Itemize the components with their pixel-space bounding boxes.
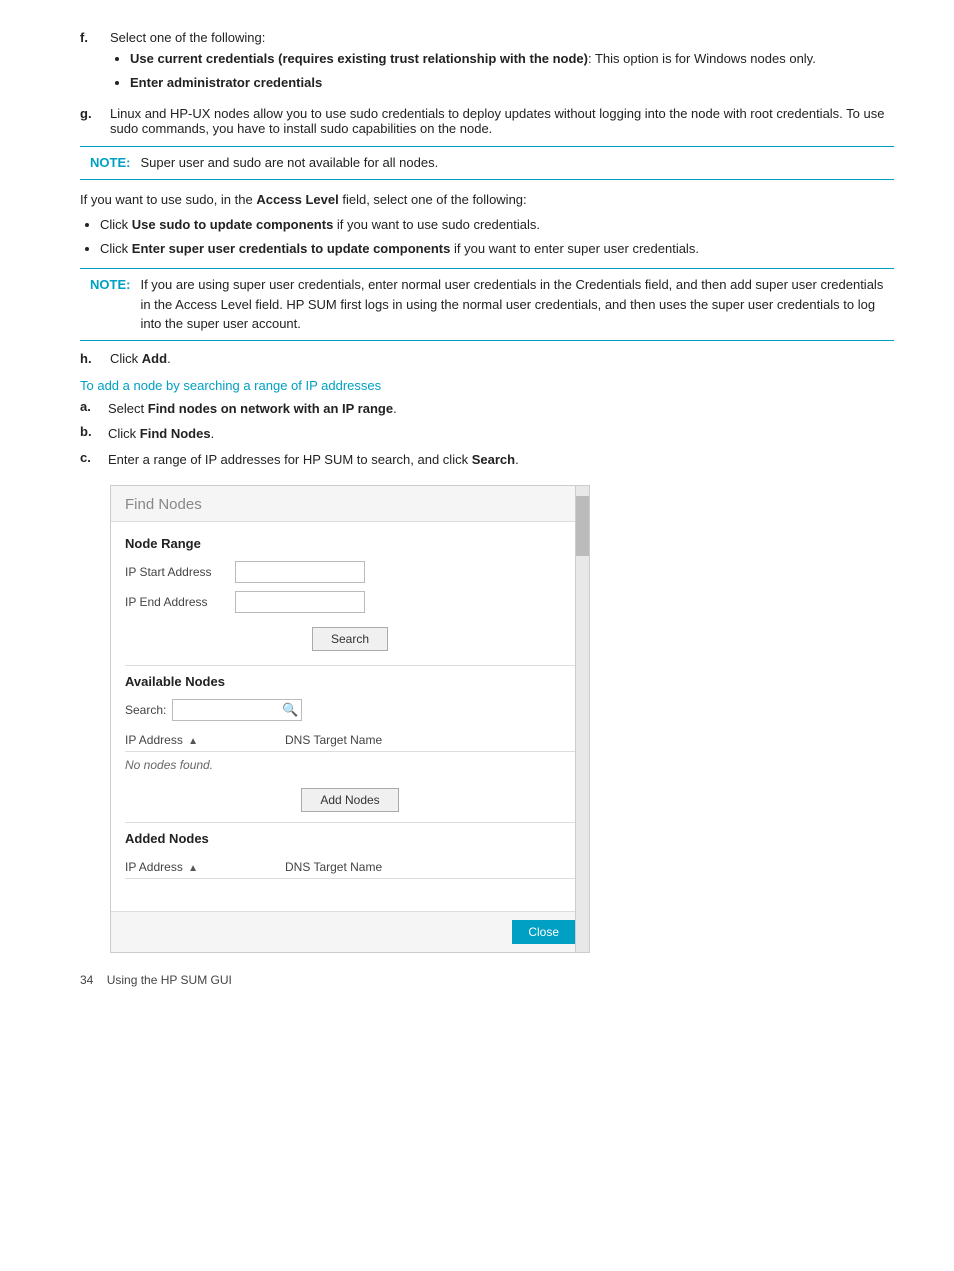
note-1-label: NOTE:: [90, 153, 130, 173]
sub-c-bold: Search: [472, 452, 515, 467]
step-f-label: f.: [80, 30, 110, 96]
step-g-text: Linux and HP-UX nodes allow you to use s…: [110, 106, 884, 136]
added-nodes-empty-space: [125, 879, 575, 897]
dialog-body: Node Range IP Start Address IP End Addre…: [111, 522, 589, 911]
bullet-use-current-bold: Use current credentials (requires existi…: [130, 51, 588, 66]
access-bullet-sudo-bold: Use sudo to update components: [132, 217, 334, 232]
close-button[interactable]: Close: [512, 920, 575, 944]
bullet-use-current-rest: : This option is for Windows nodes only.: [588, 51, 816, 66]
step-g-content: Linux and HP-UX nodes allow you to use s…: [110, 106, 894, 136]
no-nodes-text: No nodes found.: [125, 752, 575, 778]
step-h: h. Click Add.: [80, 351, 894, 366]
sub-a-text: Select: [108, 401, 148, 416]
access-bullet-sudo-text: Click: [100, 217, 132, 232]
search-icon: 🔍: [282, 702, 298, 718]
bullet-use-current: Use current credentials (requires existi…: [130, 49, 894, 69]
access-bullet-super-rest: if you want to enter super user credenti…: [450, 241, 699, 256]
note-1: NOTE: Super user and sudo are not availa…: [80, 146, 894, 180]
access-level-para: If you want to use sudo, in the Access L…: [80, 190, 894, 210]
bullet-enter-admin-bold: Enter administrator credentials: [130, 75, 322, 90]
sub-a-end: .: [393, 401, 397, 416]
add-nodes-button[interactable]: Add Nodes: [301, 788, 398, 812]
sub-step-a-label: a.: [80, 399, 108, 419]
added-table-header: IP Address ▲ DNS Target Name: [125, 856, 575, 879]
ip-end-input[interactable]: [235, 591, 365, 613]
step-h-bold: Add: [142, 351, 167, 366]
access-bullet-sudo-rest: if you want to use sudo credentials.: [333, 217, 540, 232]
access-bold: Access Level: [256, 192, 338, 207]
node-range-header: Node Range: [125, 536, 575, 551]
dialog-footer: Close: [111, 911, 589, 952]
sub-c-text: Enter a range of IP addresses for HP SUM…: [108, 452, 472, 467]
ip-start-label: IP Start Address: [125, 565, 235, 579]
step-h-label: h.: [80, 351, 110, 366]
divider-2: [125, 822, 575, 823]
footer-text: Using the HP SUM GUI: [107, 973, 232, 987]
ip-start-input[interactable]: [235, 561, 365, 583]
note-1-text: Super user and sudo are not available fo…: [140, 153, 438, 173]
page-number: 34: [80, 973, 93, 987]
step-g: g. Linux and HP-UX nodes allow you to us…: [80, 106, 894, 136]
access-bullet-sudo: Click Use sudo to update components if y…: [100, 215, 894, 235]
step-f-bullets: Use current credentials (requires existi…: [110, 49, 894, 92]
sub-step-a: a. Select Find nodes on network with an …: [80, 399, 894, 419]
sub-step-b: b. Click Find Nodes.: [80, 424, 894, 444]
available-table-header: IP Address ▲ DNS Target Name: [125, 729, 575, 752]
available-nodes-header: Available Nodes: [125, 674, 575, 689]
sub-step-a-content: Select Find nodes on network with an IP …: [108, 399, 894, 419]
step-f-content: Select one of the following: Use current…: [110, 30, 894, 96]
access-bullet-super-bold: Enter super user credentials to update c…: [132, 241, 451, 256]
access-bullet-super-text: Click: [100, 241, 132, 256]
section-heading: To add a node by searching a range of IP…: [80, 378, 894, 393]
sub-step-c: c. Enter a range of IP addresses for HP …: [80, 450, 894, 470]
bullet-enter-admin: Enter administrator credentials: [130, 73, 894, 93]
page-footer: 34 Using the HP SUM GUI: [80, 973, 894, 987]
added-ip-sort-arrow: ▲: [188, 863, 198, 874]
sub-c-end: .: [515, 452, 519, 467]
note-2: NOTE: If you are using super user creden…: [80, 268, 894, 341]
step-h-text: Click: [110, 351, 142, 366]
sub-b-end: .: [211, 426, 215, 441]
search-input-wrap: 🔍: [172, 699, 302, 721]
added-ip-col: IP Address ▲: [125, 860, 285, 874]
sub-step-b-label: b.: [80, 424, 108, 444]
sub-step-c-label: c.: [80, 450, 108, 470]
sub-a-bold: Find nodes on network with an IP range: [148, 401, 393, 416]
sub-step-b-content: Click Find Nodes.: [108, 424, 894, 444]
step-f: f. Select one of the following: Use curr…: [80, 30, 894, 96]
sub-step-c-content: Enter a range of IP addresses for HP SUM…: [108, 450, 894, 470]
search-button[interactable]: Search: [312, 627, 388, 651]
dialog-title: Find Nodes: [111, 486, 589, 522]
added-nodes-header: Added Nodes: [125, 831, 575, 846]
dialog-scrollbar-thumb: [576, 496, 589, 556]
added-dns-col: DNS Target Name: [285, 860, 465, 874]
dialog-scrollbar[interactable]: [575, 486, 589, 952]
divider-1: [125, 665, 575, 666]
available-ip-sort-arrow: ▲: [188, 736, 198, 747]
find-nodes-dialog: Find Nodes Node Range IP Start Address I…: [110, 485, 590, 953]
access-intro: If you want to use sudo, in the: [80, 192, 256, 207]
ip-end-label: IP End Address: [125, 595, 235, 609]
search-row-label: Search:: [125, 703, 166, 717]
sub-b-text: Click: [108, 426, 140, 441]
access-bullet-super: Click Enter super user credentials to up…: [100, 239, 894, 259]
available-ip-col: IP Address ▲: [125, 733, 285, 747]
dialog-wrapper: Find Nodes Node Range IP Start Address I…: [110, 485, 894, 953]
access-bullets: Click Use sudo to update components if y…: [80, 215, 894, 258]
access-end: field, select one of the following:: [339, 192, 527, 207]
ip-start-row: IP Start Address: [125, 561, 575, 583]
ip-end-row: IP End Address: [125, 591, 575, 613]
step-g-label: g.: [80, 106, 110, 136]
step-h-content: Click Add.: [110, 351, 894, 366]
note-2-text: If you are using super user credentials,…: [140, 275, 884, 334]
note-2-label: NOTE:: [90, 275, 130, 295]
search-row: Search: 🔍: [125, 699, 575, 721]
step-f-intro: Select one of the following:: [110, 30, 894, 45]
available-dns-col: DNS Target Name: [285, 733, 465, 747]
sub-b-bold: Find Nodes: [140, 426, 211, 441]
step-h-end: .: [167, 351, 171, 366]
